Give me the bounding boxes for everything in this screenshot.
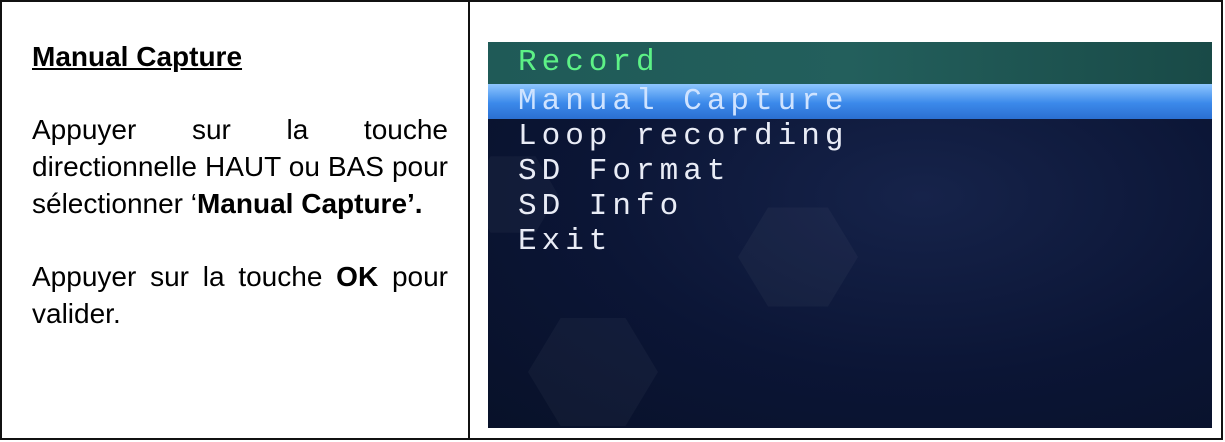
instruction-paragraph-select: Appuyer sur la touche directionnelle HAU…: [32, 111, 448, 222]
menu-item-sd-format[interactable]: SD Format: [488, 154, 1212, 189]
column-divider: [468, 2, 470, 438]
bold-option-name: Manual Capture’.: [196, 188, 423, 219]
instruction-table: Manual Capture Appuyer sur la touche dir…: [0, 0, 1223, 440]
section-heading: Manual Capture: [32, 41, 243, 72]
bold-key-name: OK: [336, 261, 379, 292]
device-menu-screenshot: Record Manual Capture Loop recording SD …: [488, 42, 1212, 428]
background-hexagon: [528, 318, 658, 426]
paragraph-text: Appuyer sur la touche: [32, 261, 337, 292]
menu-list: Manual Capture Loop recording SD Format …: [488, 84, 1212, 259]
menu-item-loop-recording[interactable]: Loop recording: [488, 119, 1212, 154]
menu-item-exit[interactable]: Exit: [488, 224, 1212, 259]
menu-item-manual-capture[interactable]: Manual Capture: [488, 84, 1212, 119]
instruction-cell: Manual Capture Appuyer sur la touche dir…: [32, 38, 448, 368]
menu-title-bar: Record: [488, 42, 1212, 84]
menu-item-sd-info[interactable]: SD Info: [488, 189, 1212, 224]
instruction-paragraph-validate: Appuyer sur la touche OK pour valider.: [32, 258, 448, 332]
